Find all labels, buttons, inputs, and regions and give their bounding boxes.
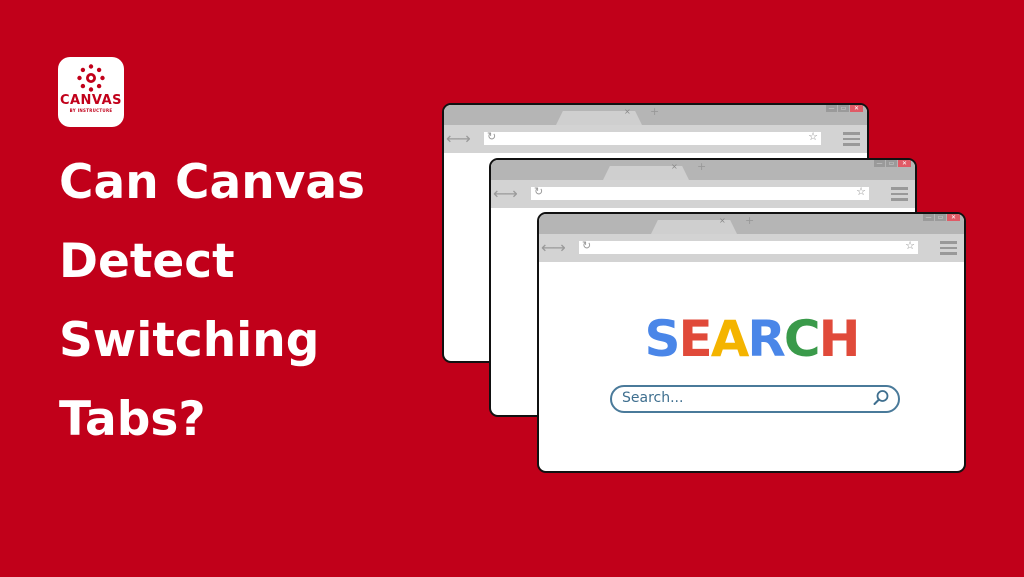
restore-icon[interactable]: ▭ (935, 214, 946, 221)
back-forward-icon[interactable]: ←→ (446, 129, 471, 148)
search-logo-letter: H (818, 310, 861, 368)
hamburger-menu-icon[interactable] (891, 187, 908, 204)
reload-icon[interactable]: ↻ (534, 185, 543, 198)
address-bar[interactable]: ↻ ☆ (531, 185, 869, 200)
window-controls: — ▭ ✕ (874, 160, 911, 167)
search-logo-letter: R (747, 310, 785, 368)
browser-window-front: × + — ▭ ✕ ←→ ↻ ☆ SEARCH Search... (537, 212, 966, 473)
close-icon[interactable]: ✕ (947, 214, 960, 221)
tab-close-icon[interactable]: × (671, 162, 678, 171)
bookmark-star-icon[interactable]: ☆ (856, 185, 866, 198)
address-bar[interactable]: ↻ ☆ (484, 130, 821, 145)
search-logo-letter: C (783, 310, 821, 368)
search-logo-letter: A (710, 310, 750, 368)
search-logo: SEARCH (539, 310, 964, 368)
tab-close-icon[interactable]: × (624, 107, 631, 116)
close-icon[interactable]: ✕ (898, 160, 911, 167)
headline: Can Canvas Detect Switching Tabs? (59, 143, 419, 459)
headline-line: Can Canvas (59, 155, 366, 210)
bookmark-star-icon[interactable]: ☆ (905, 239, 915, 252)
tab-close-icon[interactable]: × (719, 216, 726, 225)
headline-line: Tabs? (59, 392, 206, 447)
restore-icon[interactable]: ▭ (838, 105, 849, 112)
search-logo-letter: S (644, 310, 681, 368)
bookmark-star-icon[interactable]: ☆ (808, 130, 818, 143)
new-tab-icon[interactable]: + (745, 214, 754, 227)
search-logo-letter: E (678, 310, 713, 368)
back-forward-icon[interactable]: ←→ (493, 184, 518, 203)
window-controls: — ▭ ✕ (826, 105, 863, 112)
new-tab-icon[interactable]: + (697, 160, 706, 173)
logo-wordmark: CANVAS (59, 93, 123, 108)
search-placeholder: Search... (622, 390, 684, 406)
canvas-logo: CANVAS BY INSTRUCTURE (58, 57, 124, 127)
hamburger-menu-icon[interactable] (843, 132, 860, 149)
browser-toolbar: ←→ ↻ ☆ (444, 125, 867, 153)
window-controls: — ▭ ✕ (923, 214, 960, 221)
address-bar[interactable]: ↻ ☆ (579, 239, 918, 254)
browser-toolbar: ←→ ↻ ☆ (539, 234, 964, 262)
headline-line: Detect (59, 234, 235, 289)
search-icon[interactable] (872, 389, 890, 407)
tab-strip: × + — ▭ ✕ (444, 105, 867, 125)
minimize-icon[interactable]: — (826, 105, 837, 112)
tab-strip: × + — ▭ ✕ (539, 214, 964, 234)
minimize-icon[interactable]: — (874, 160, 885, 167)
reload-icon[interactable]: ↻ (487, 130, 496, 143)
tab-strip: × + — ▭ ✕ (491, 160, 915, 180)
canvas-emblem-icon (77, 64, 105, 92)
back-forward-icon[interactable]: ←→ (541, 238, 566, 257)
logo-tagline: BY INSTRUCTURE (69, 108, 113, 113)
headline-line: Switching (59, 313, 320, 368)
minimize-icon[interactable]: — (923, 214, 934, 221)
hamburger-menu-icon[interactable] (940, 241, 957, 258)
search-input[interactable]: Search... (610, 385, 900, 413)
new-tab-icon[interactable]: + (650, 105, 659, 118)
browser-toolbar: ←→ ↻ ☆ (491, 180, 915, 208)
restore-icon[interactable]: ▭ (886, 160, 897, 167)
close-icon[interactable]: ✕ (850, 105, 863, 112)
reload-icon[interactable]: ↻ (582, 239, 591, 252)
